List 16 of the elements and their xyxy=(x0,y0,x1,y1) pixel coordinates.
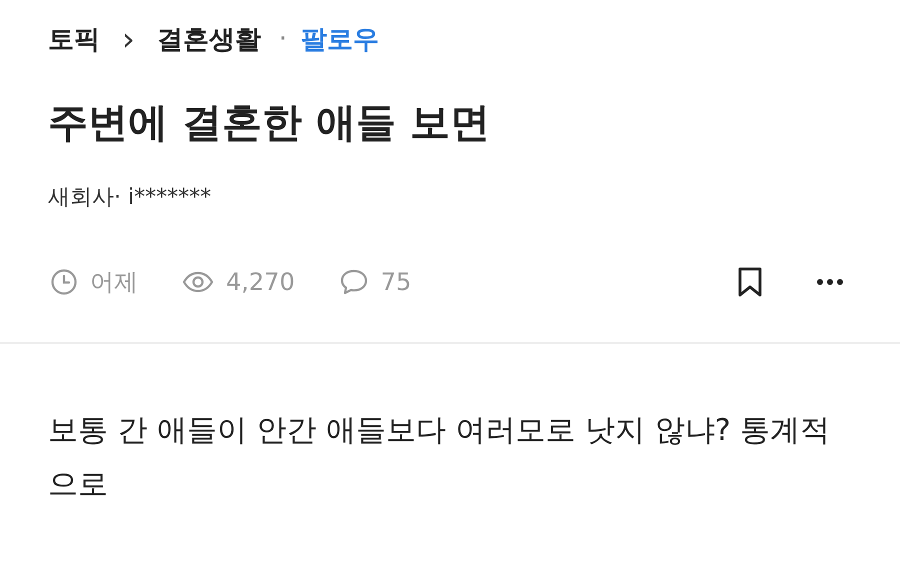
post-time: 어제 xyxy=(90,267,138,298)
dot-separator: · xyxy=(278,24,288,54)
chevron-icon: › xyxy=(122,23,135,55)
post-author: 새회사· i******* xyxy=(48,184,212,212)
more-icon[interactable] xyxy=(816,278,844,286)
topic-link[interactable]: 토픽 xyxy=(48,22,100,56)
bookmark-icon[interactable] xyxy=(736,266,764,298)
eye-icon xyxy=(182,270,214,294)
follow-link[interactable]: 팔로우 xyxy=(301,22,380,56)
post-title: 주변에 결혼한 애들 보면 xyxy=(48,99,491,148)
post-body: 보통 간 애들이 안간 애들보다 여러모로 낫지 않냐? 통계적으로 xyxy=(48,412,832,504)
speech-bubble-icon xyxy=(338,268,369,296)
category-link[interactable]: 결혼생활 xyxy=(156,22,261,56)
comment-count: 75 xyxy=(380,268,412,296)
clock-icon xyxy=(50,268,78,296)
view-count: 4,270 xyxy=(226,268,295,296)
